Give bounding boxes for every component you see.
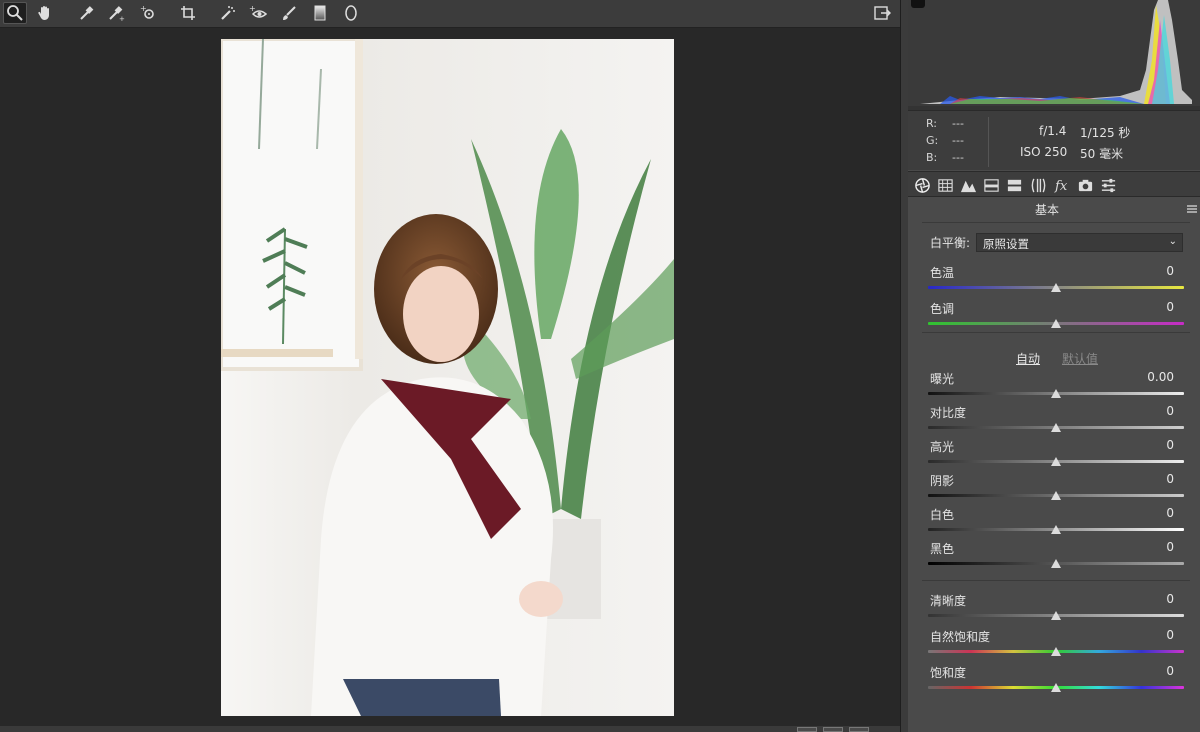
- tone-curve-tab-icon[interactable]: [935, 175, 955, 195]
- title-separator: [922, 222, 1190, 223]
- slider-value-field[interactable]: 0: [1124, 404, 1174, 418]
- slider-value-field[interactable]: 0: [1124, 438, 1174, 452]
- white-balance-icon[interactable]: [75, 2, 99, 24]
- slider-value-field[interactable]: 0: [1124, 472, 1174, 486]
- histogram: [908, 0, 1200, 110]
- b-value: ---: [952, 151, 964, 164]
- r-label: R:: [926, 117, 938, 130]
- toolbar: + + +: [0, 0, 900, 28]
- focal-length-value: 50 毫米: [1080, 147, 1124, 161]
- adjustment-brush-icon[interactable]: [277, 2, 301, 24]
- zoom-icon[interactable]: [3, 2, 27, 24]
- slider-thumb[interactable]: [1051, 683, 1061, 692]
- slider-thumb[interactable]: [1051, 389, 1061, 398]
- view-split-button[interactable]: [849, 727, 869, 732]
- red-eye-icon[interactable]: +: [246, 2, 270, 24]
- slider-label: 清晰度: [930, 594, 967, 608]
- slider-label: 高光: [930, 440, 955, 454]
- svg-text:+: +: [249, 4, 256, 13]
- split-toning-tab-icon[interactable]: [1004, 175, 1024, 195]
- slider-label: 黑色: [930, 542, 955, 556]
- slider-thumb[interactable]: [1051, 319, 1061, 328]
- lens-corrections-tab-icon[interactable]: [1028, 175, 1048, 195]
- presets-tab-icon[interactable]: [1098, 175, 1118, 195]
- g-label: G:: [926, 134, 939, 147]
- graduated-filter-icon[interactable]: [308, 2, 332, 24]
- detail-tab-icon[interactable]: [958, 175, 978, 195]
- color-sampler-icon[interactable]: +: [104, 2, 128, 24]
- slider-label: 自然饱和度: [930, 630, 991, 644]
- view-compare-button[interactable]: [823, 727, 843, 732]
- slider-thumb[interactable]: [1051, 559, 1061, 568]
- slider-value-field[interactable]: 0: [1124, 264, 1174, 278]
- slider-label: 饱和度: [930, 666, 967, 680]
- image-canvas[interactable]: [0, 28, 900, 726]
- status-strip: [0, 726, 900, 732]
- auto-link[interactable]: 自动: [1016, 350, 1040, 367]
- slider-thumb[interactable]: [1051, 611, 1061, 620]
- hsl-tab-icon[interactable]: [981, 175, 1001, 195]
- group-separator: [922, 580, 1190, 581]
- slider-value-field[interactable]: 0.00: [1124, 370, 1174, 384]
- photo-preview[interactable]: [221, 39, 674, 716]
- white-balance-value: 原照设置: [983, 237, 1029, 251]
- camera-info: R: --- G: --- B: --- f/1.4 1/125 秒 ISO 2…: [908, 110, 1200, 170]
- slider-label: 阴影: [930, 474, 955, 488]
- hand-icon[interactable]: [33, 2, 57, 24]
- svg-text:fx: fx: [1054, 179, 1068, 194]
- slider-value-field[interactable]: 0: [1124, 628, 1174, 642]
- effects-tab-icon[interactable]: fx: [1052, 175, 1072, 195]
- panel-tabs: fx: [908, 171, 1200, 197]
- g-value: ---: [952, 134, 964, 147]
- slider-label: 对比度: [930, 406, 967, 420]
- shutter-value: 1/125 秒: [1080, 126, 1131, 140]
- group-separator: [922, 332, 1190, 333]
- svg-text:+: +: [119, 15, 125, 22]
- info-separator: [988, 117, 989, 167]
- slider-thumb[interactable]: [1051, 457, 1061, 466]
- svg-text:+: +: [140, 4, 147, 13]
- default-link[interactable]: 默认值: [1062, 350, 1098, 367]
- slider-value-field[interactable]: 0: [1124, 592, 1174, 606]
- iso-value: ISO 250: [1020, 145, 1068, 159]
- slider-value-field[interactable]: 0: [1124, 664, 1174, 678]
- slider-label: 色调: [930, 302, 955, 316]
- slider-value-field[interactable]: 0: [1124, 300, 1174, 314]
- slider-thumb[interactable]: [1051, 491, 1061, 500]
- slider-label: 白色: [930, 508, 955, 522]
- panel-menu-icon[interactable]: [1186, 200, 1198, 213]
- adjustment-panel: R: --- G: --- B: --- f/1.4 1/125 秒 ISO 2…: [908, 0, 1200, 732]
- slider-thumb[interactable]: [1051, 647, 1061, 656]
- open-preferences-icon[interactable]: [870, 2, 894, 24]
- crop-icon[interactable]: [176, 2, 200, 24]
- slider-value-field[interactable]: 0: [1124, 506, 1174, 520]
- r-value: ---: [952, 117, 964, 130]
- targeted-adjustment-icon[interactable]: +: [136, 2, 160, 24]
- camera-calibration-tab-icon[interactable]: [1075, 175, 1095, 195]
- b-label: B:: [926, 151, 938, 164]
- white-balance-select[interactable]: 原照设置 ⌄: [976, 233, 1183, 252]
- chevron-down-icon: ⌄: [1168, 236, 1177, 247]
- radial-filter-icon[interactable]: [339, 2, 363, 24]
- basic-tab-icon[interactable]: [912, 175, 932, 195]
- panel-divider[interactable]: [900, 0, 908, 732]
- spot-removal-icon[interactable]: [216, 2, 240, 24]
- aperture-value: f/1.4: [1039, 124, 1067, 138]
- view-single-button[interactable]: [797, 727, 817, 732]
- slider-thumb[interactable]: [1051, 423, 1061, 432]
- slider-label: 曝光: [930, 372, 955, 386]
- slider-value-field[interactable]: 0: [1124, 540, 1174, 554]
- panel-title: 基本: [1034, 203, 1059, 217]
- white-balance-label: 白平衡:: [930, 236, 971, 250]
- slider-thumb[interactable]: [1051, 283, 1061, 292]
- slider-label: 色温: [930, 266, 955, 280]
- slider-thumb[interactable]: [1051, 525, 1061, 534]
